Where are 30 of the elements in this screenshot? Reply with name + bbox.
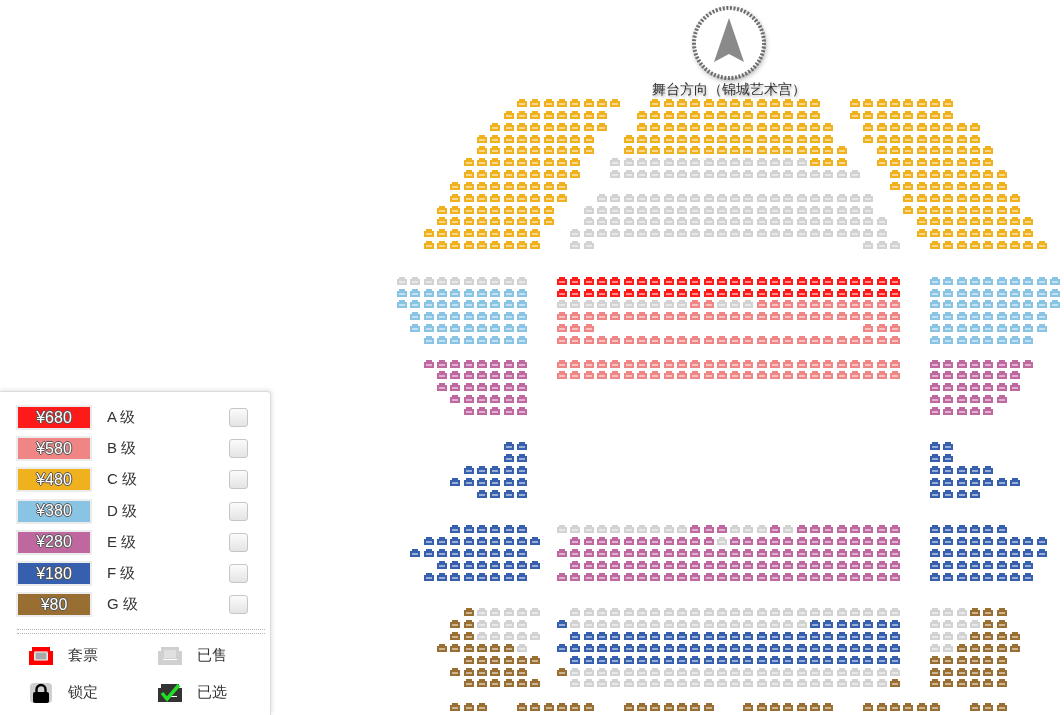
price-tag: ¥680 <box>16 405 92 431</box>
stage-label: 舞台方向（锦城艺术宫） <box>651 82 806 97</box>
price-tag: ¥180 <box>16 561 92 587</box>
checkbox[interactable] <box>229 595 248 615</box>
level-label: B 级 <box>107 439 137 459</box>
state-label: 锁定 <box>68 683 98 703</box>
level-label: C 级 <box>107 470 137 490</box>
price-tag: ¥380 <box>16 498 92 524</box>
price-tag: ¥80 <box>16 592 92 618</box>
state-label: 已选 <box>197 683 227 703</box>
armchair-icon <box>158 645 182 666</box>
price-tag: ¥580 <box>16 436 92 462</box>
checkbox[interactable] <box>229 501 248 521</box>
price-tag: ¥280 <box>16 529 92 555</box>
level-label: G 级 <box>107 595 138 615</box>
armchair-check-icon <box>158 682 182 703</box>
checkbox[interactable] <box>229 564 248 584</box>
level-label: F 级 <box>107 564 136 584</box>
level-label: A 级 <box>107 408 136 428</box>
checkbox[interactable] <box>229 470 248 490</box>
checkbox[interactable] <box>229 439 248 459</box>
padlock-icon <box>29 682 53 703</box>
level-label: E 级 <box>107 532 137 552</box>
level-label: D 级 <box>107 501 137 521</box>
armchair-icon <box>29 645 53 666</box>
checkbox[interactable] <box>229 532 248 552</box>
state-label: 已售 <box>197 646 227 666</box>
checkbox[interactable] <box>229 408 248 428</box>
state-label: 套票 <box>68 646 98 666</box>
price-tag: ¥480 <box>16 467 92 493</box>
